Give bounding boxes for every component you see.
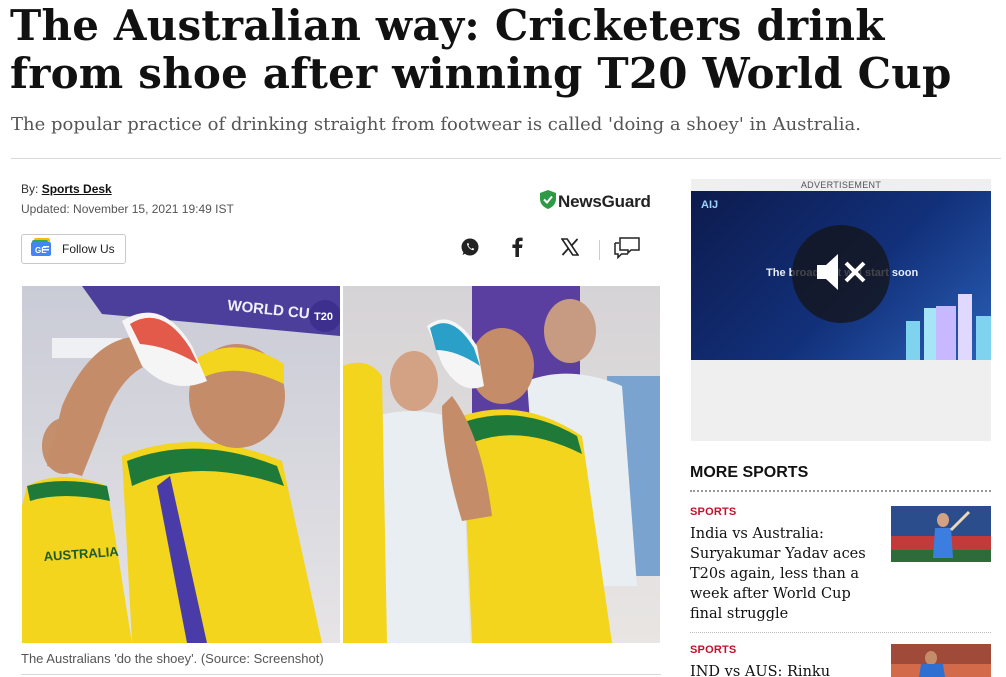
share-divider [599, 240, 600, 260]
facebook-share-button[interactable] [505, 237, 529, 261]
more-sports-divider [690, 490, 991, 492]
x-share-button[interactable] [558, 237, 582, 261]
article-subhead: The popular practice of drinking straigh… [11, 114, 861, 135]
story-divider [690, 632, 991, 633]
ad-placeholder [691, 360, 991, 441]
mute-button[interactable] [792, 225, 890, 323]
ad-skyline-graphic [906, 294, 991, 360]
author-link[interactable]: Sports Desk [42, 182, 112, 196]
shield-check-icon [540, 190, 556, 214]
x-icon [560, 237, 580, 261]
updated-timestamp: Updated: November 15, 2021 19:49 IST [21, 202, 234, 216]
article-photo: WORLD CUP 2021 T20 AUSTRALIA [22, 286, 660, 643]
byline: By: Sports Desk [21, 182, 112, 196]
whatsapp-icon [460, 237, 480, 262]
newsguard-badge[interactable]: NewsGuard [540, 190, 651, 214]
comment-icon [613, 235, 641, 264]
caption-divider [21, 674, 661, 675]
newsguard-label: NewsGuard [558, 192, 651, 211]
svg-text:T20: T20 [314, 311, 333, 323]
comments-button[interactable] [613, 235, 641, 264]
story-item[interactable]: SPORTS India vs Australia: Suryakumar Ya… [690, 506, 991, 624]
article-headline: The Australian way: Cricketers drink fro… [10, 1, 952, 98]
story-item[interactable]: SPORTS IND vs AUS: Rinku Singh's [690, 644, 991, 677]
header-divider [11, 158, 1001, 159]
follow-us-label: Follow Us [62, 242, 115, 256]
muted-speaker-icon [815, 252, 867, 297]
story-title[interactable]: India vs Australia: Suryakumar Yadav ace… [690, 524, 875, 624]
byline-prefix: By: [21, 182, 39, 196]
story-thumbnail[interactable] [891, 644, 991, 677]
ad-video-player[interactable]: AIJ The broadcast will start soon [691, 191, 991, 360]
ad-tag: AIJ [701, 199, 719, 211]
google-news-icon: GE [31, 237, 53, 261]
advertisement-label: ADVERTISEMENT [691, 179, 991, 191]
follow-us-button[interactable]: GE Follow Us [21, 234, 126, 264]
photo-caption: The Australians 'do the shoey'. (Source:… [21, 651, 324, 666]
whatsapp-share-button[interactable] [458, 237, 482, 261]
story-title[interactable]: IND vs AUS: Rinku Singh's [690, 662, 875, 677]
more-sports-heading: MORE SPORTS [690, 464, 809, 481]
facebook-icon [511, 237, 523, 262]
story-thumbnail[interactable] [891, 506, 991, 562]
